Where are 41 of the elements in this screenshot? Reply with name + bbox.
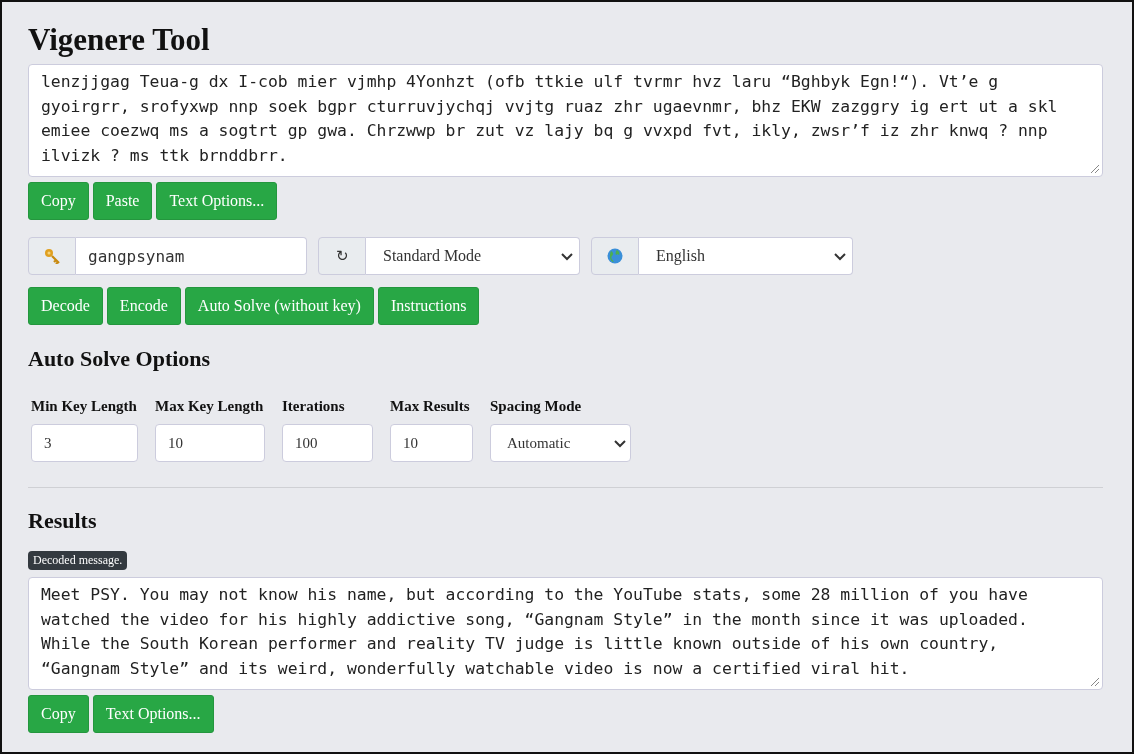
field-label: Spacing Mode [490,398,583,416]
button[interactable]: Instructions [377,287,480,325]
text-area-text: Meet PSY. You may not know his name, but according to the YouTube stats, some 28 million of you have watched the video for his highly addictive song, “Gangnam Style” in the month since it was uploaded. While the South Korean performer and reality TV judge is little known outside of his own country, “Gangnam Style” and its weird, wonderfully watchable video is now a certified viral hit. [41,584,1029,680]
button[interactable]: Encode [106,287,181,325]
field-label: Min Key Length [31,398,138,416]
globe-icon [607,248,623,264]
text-area[interactable] [28,577,1103,690]
section-heading: Results [28,507,98,535]
status-badge: Decoded message. [28,550,128,570]
number-field[interactable]: 100 [282,424,373,462]
section-heading: Auto Solve Options [28,345,212,373]
chevron-icon [833,250,846,262]
chevron-icon [560,250,573,262]
page-title: Vigenere Tool [28,21,211,59]
text-area[interactable] [28,64,1103,177]
resize-handle-icon [1090,164,1100,174]
button[interactable]: Auto Solve (without key) [184,287,374,325]
button[interactable]: Text Options... [92,695,214,733]
dropdown[interactable]: English [639,237,853,275]
button[interactable]: Decode [28,287,103,325]
dropdown-value: Standard Mode [383,247,482,265]
text-area-text: lenzjjgag Teua-g dx I-cob mier vjmhp 4Yonhzt (ofb ttkie ulf tvrmr hvz laru “Bghbyk Egn!“). Vt’e g gyoirgrr, srofyxwp nnp soek bgpr cturruvjychqj vvjtg ruaz zhr ugaevnmr, bhz EKW zazggry ig ert ut a skl emiee coezwq ms a sogtrt gp gwa. Chrzwwp br zut vz lajy bq g vvxpd fvt, ikly, zwsr’f iz zhr knwq ? nnp ilvizk ? ms ttk brnddbrr. [41,71,1059,167]
button[interactable]: Copy [28,695,89,733]
field-label: Max Results [390,398,471,416]
button[interactable]: Copy [28,182,89,220]
button[interactable]: Paste [92,182,153,220]
dropdown-value: English [656,247,705,265]
field-label: Max Key Length [155,398,265,416]
key-field[interactable]: gangpsynam [76,237,307,275]
dropdown-value: Automatic [507,434,571,452]
dropdown[interactable]: Automatic [490,424,631,462]
input-addon: ↻ [318,237,366,275]
field-label: Iterations [282,398,346,416]
number-field[interactable]: 10 [155,424,265,462]
button[interactable]: Text Options... [156,182,278,220]
dropdown[interactable]: Standard Mode [366,237,580,275]
key-icon [44,248,60,264]
number-field[interactable]: 10 [390,424,473,462]
chevron-icon [613,437,626,449]
resize-handle-icon [1090,677,1100,687]
number-field[interactable]: 3 [31,424,138,462]
